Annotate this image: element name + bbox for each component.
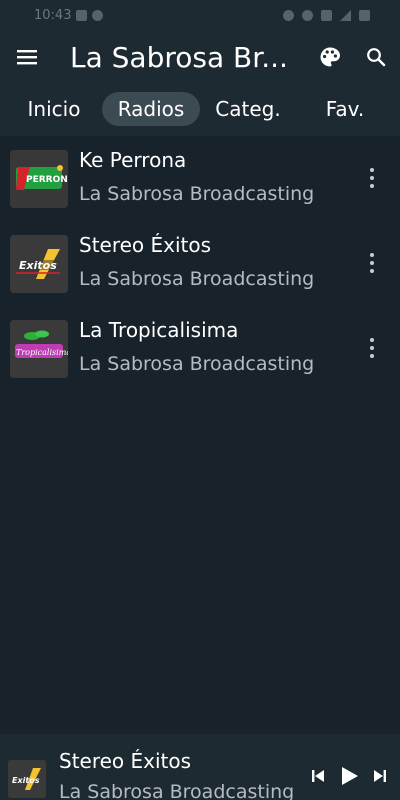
station-owner: La Sabrosa Broadcasting (79, 268, 315, 290)
stereo-exitos-logo: Exitos (8, 760, 46, 798)
skip-next-icon (374, 770, 386, 782)
menu-button[interactable] (0, 30, 54, 84)
station-row-stereo-exitos[interactable]: Exitos Stereo Éxitos La Sabrosa Broadcas… (0, 221, 400, 306)
more-options-icon[interactable] (362, 336, 382, 360)
now-playing-title: Stereo Éxitos (59, 749, 192, 773)
logo-text: Tropicalisima (16, 348, 68, 357)
station-name: Ke Perrona (79, 148, 187, 172)
whatsapp-notification-icon (92, 9, 104, 21)
la-tropicalisima-logo: Tropicalisima (10, 320, 68, 378)
search-button[interactable] (360, 41, 392, 73)
station-logo: Exitos (10, 235, 68, 293)
menu-icon (17, 50, 37, 65)
status-time: 10:43 (34, 7, 72, 23)
station-name: Stereo Éxitos (79, 233, 212, 257)
hotspot-icon (302, 9, 313, 21)
more-options-icon[interactable] (362, 251, 382, 275)
search-icon (367, 48, 386, 67)
ke-perrona-logo: PERRONA (10, 150, 68, 208)
station-name: La Tropicalisima (79, 318, 239, 342)
battery-icon (359, 9, 370, 21)
play-button[interactable] (338, 764, 362, 788)
tab-radios[interactable]: Radios (102, 92, 200, 126)
station-owner: La Sabrosa Broadcasting (79, 353, 315, 375)
tab-categorias[interactable]: Categ. (210, 92, 286, 126)
app-title: La Sabrosa Br... (70, 40, 288, 74)
previous-button[interactable] (308, 764, 328, 788)
logo-text: Exitos (19, 259, 57, 272)
station-row-ke-perrona[interactable]: PERRONA Ke Perrona La Sabrosa Broadcasti… (0, 136, 400, 221)
theme-button[interactable] (314, 41, 346, 73)
skip-previous-icon (312, 770, 324, 782)
next-button[interactable] (370, 764, 390, 788)
mini-player[interactable]: Exitos Stereo Éxitos La Sabrosa Broadcas… (0, 734, 400, 800)
signal-icon (340, 9, 351, 21)
vibrate-icon (321, 9, 332, 21)
now-playing-logo: Exitos (8, 760, 46, 798)
tab-favoritos[interactable]: Fav. (316, 92, 374, 126)
logo-text: PERRONA (26, 175, 68, 185)
station-row-la-tropicalisima[interactable]: Tropicalisima La Tropicalisima La Sabros… (0, 306, 400, 391)
station-owner: La Sabrosa Broadcasting (79, 183, 315, 205)
alarm-icon (283, 9, 294, 21)
logo-text: Exitos (12, 776, 40, 785)
image-notification-icon (76, 9, 88, 21)
stereo-exitos-logo: Exitos (10, 235, 68, 293)
play-icon (342, 767, 358, 785)
app-bar: La Sabrosa Br... (0, 30, 400, 84)
palette-icon (320, 47, 340, 67)
tab-inicio[interactable]: Inicio (18, 92, 90, 126)
tab-bar: Inicio Radios Categ. Fav. (0, 84, 400, 136)
station-logo: PERRONA (10, 150, 68, 208)
status-bar: 10:43 (0, 0, 400, 30)
station-logo: Tropicalisima (10, 320, 68, 378)
now-playing-subtitle: La Sabrosa Broadcasting (59, 781, 295, 800)
more-options-icon[interactable] (362, 166, 382, 190)
